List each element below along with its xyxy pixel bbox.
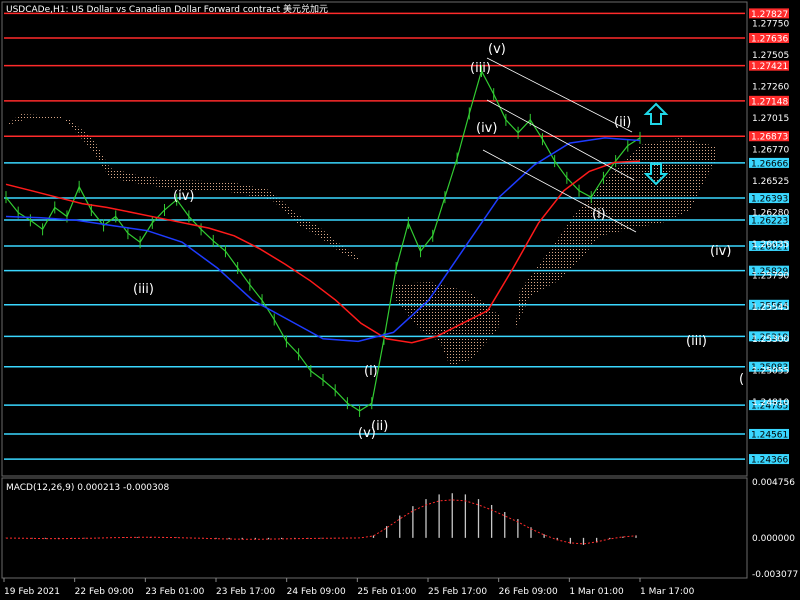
price-tick-label: 1.26770 xyxy=(752,146,789,156)
price-tick-label: 1.27750 xyxy=(752,19,789,29)
price-tick-label: 1.27260 xyxy=(752,82,789,92)
time-tick-label: 25 Feb 01:00 xyxy=(357,587,416,597)
wave-label-iii-far: (iii) xyxy=(686,334,707,349)
price-tick-label: 1.25790 xyxy=(752,272,789,282)
wave-label-ii-bottom: (ii) xyxy=(371,419,388,434)
time-tick-label: 26 Feb 09:00 xyxy=(499,587,558,597)
ma-red-line xyxy=(5,160,641,344)
price-tick-label: 1.26525 xyxy=(752,177,789,187)
price-tick-label: 1.25300 xyxy=(752,335,789,345)
price-bars xyxy=(5,64,641,417)
resistance-level-tag: 1.27148 xyxy=(751,97,788,107)
macd-axis: 0.004756 0.000000 -0.003077 xyxy=(752,478,798,580)
wave-label-iii-top: (iii) xyxy=(470,61,491,76)
price-tick-label: 1.26035 xyxy=(752,240,789,250)
time-tick-label: 25 Feb 17:00 xyxy=(428,587,487,597)
macd-title: MACD(12,26,9) 0.000213 -0.000308 xyxy=(6,483,169,493)
arrow-up-icon xyxy=(643,102,669,125)
time-tick-label: 24 Feb 09:00 xyxy=(287,587,346,597)
wave-label-iv-left: (iv) xyxy=(173,189,194,204)
channel-mid-line[interactable] xyxy=(486,99,635,181)
channel-upper-line[interactable] xyxy=(486,57,633,133)
support-level-tag: 1.24561 xyxy=(751,430,788,440)
cloud-region xyxy=(396,282,500,366)
time-tick-label: 23 Feb 17:00 xyxy=(216,587,275,597)
moving-averages xyxy=(5,137,641,344)
price-tick-label: 1.27505 xyxy=(752,51,789,61)
price-tick-label: 1.24810 xyxy=(752,398,789,408)
macd-signal-line xyxy=(5,499,637,545)
price-line xyxy=(5,69,641,412)
macd-tick-label: 0.004756 xyxy=(752,478,795,488)
macd-tick-label: 0.000000 xyxy=(752,534,795,544)
price-tick-label: 1.25545 xyxy=(752,303,789,313)
resistance-level-tag: 1.26873 xyxy=(751,133,788,143)
horizontal-levels xyxy=(4,12,745,460)
wave-label-i-bottom: (i) xyxy=(364,364,378,379)
time-tick-label: 19 Feb 2021 xyxy=(4,587,60,597)
ichimoku-cloud xyxy=(6,114,716,366)
chart-title: USDCADe,H1: US Dollar vs Canadian Dollar… xyxy=(6,3,328,15)
wave-label-i-far: ( xyxy=(739,372,744,387)
wave-label-ii-right: (ii) xyxy=(614,115,631,130)
support-level-tag: 1.26393 xyxy=(751,195,788,205)
resistance-level-tag: 1.27636 xyxy=(751,34,788,44)
price-tick-label: 1.26280 xyxy=(752,209,789,219)
time-axis: 19 Feb 2021 22 Feb 09:00 23 Feb 01:00 23 Fe… xyxy=(3,578,695,597)
time-tick-label: 22 Feb 09:00 xyxy=(75,587,134,597)
wave-label-iv-top: (iv) xyxy=(476,121,497,136)
price-tick-label: 1.27015 xyxy=(752,114,789,124)
ma-blue-line xyxy=(5,137,641,343)
time-tick-label: 1 Mar 17:00 xyxy=(640,587,695,597)
macd-tick-label: -0.003077 xyxy=(752,570,798,580)
macd-histogram xyxy=(5,493,637,545)
time-tick-label: 23 Feb 01:00 xyxy=(145,587,204,597)
macd-pane-frame xyxy=(1,477,748,579)
wave-label-i-right: (i) xyxy=(592,207,606,222)
wave-label-v-top: (v) xyxy=(488,42,506,57)
time-tick-label: 1 Mar 01:00 xyxy=(569,587,624,597)
support-level-tag: 1.24366 xyxy=(751,456,788,466)
resistance-level-tag: 1.27421 xyxy=(751,62,788,72)
chart-canvas[interactable]: (v) (iii) (iv) (ii) (i) (iv) (iii) (i) (… xyxy=(0,0,800,600)
wave-label-iii-left: (iii) xyxy=(133,282,154,297)
chart-window[interactable]: (v) (iii) (iv) (ii) (i) (iv) (iii) (i) (… xyxy=(0,0,800,600)
support-level-tag: 1.26666 xyxy=(751,159,788,169)
price-tick-label: 1.25055 xyxy=(752,366,789,376)
wave-label-iv-far: (iv) xyxy=(710,244,731,259)
price-axis: 1.278271.276361.274211.271481.268731.266… xyxy=(749,8,789,466)
